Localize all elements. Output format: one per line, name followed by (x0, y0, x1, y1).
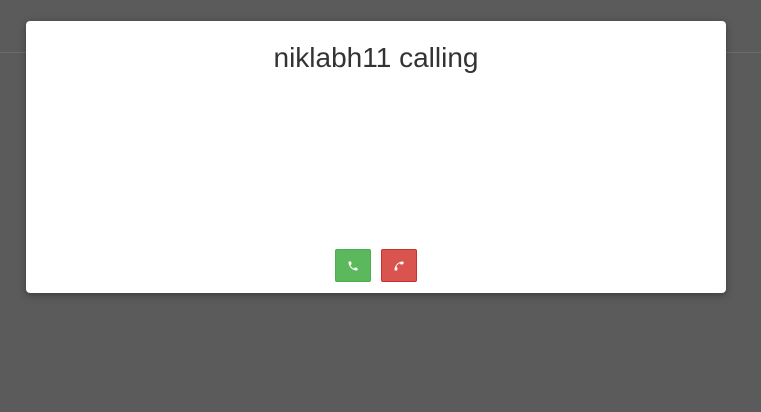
modal-title: niklabh11 calling (273, 42, 479, 73)
accept-call-button[interactable] (335, 249, 371, 282)
phone-hangup-icon (393, 260, 405, 272)
incoming-call-modal: niklabh11 calling (26, 21, 726, 293)
phone-icon (347, 260, 359, 272)
decline-call-button[interactable] (381, 249, 417, 282)
call-actions (26, 249, 726, 282)
